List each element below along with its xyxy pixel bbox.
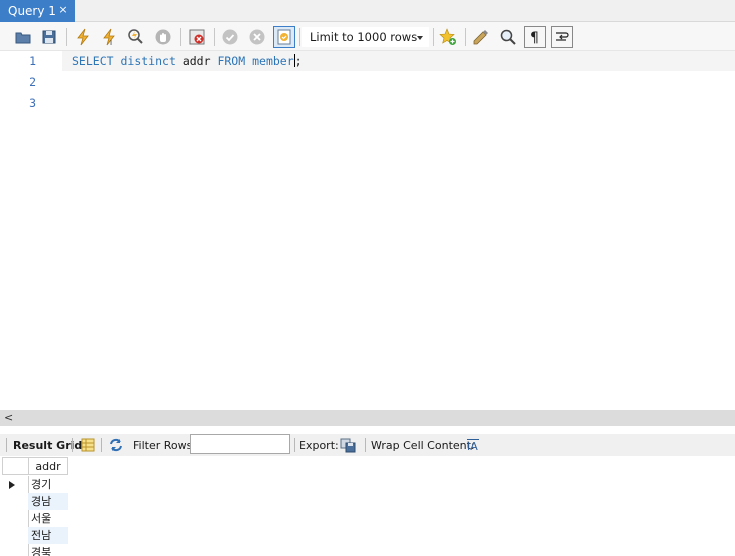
- table-cell[interactable]: 서울: [28, 510, 68, 527]
- toolbar-separator: [101, 438, 102, 452]
- add-snippet-icon[interactable]: [437, 26, 459, 48]
- sql-keyword: SELECT: [72, 54, 114, 68]
- execute-current-icon[interactable]: I: [98, 26, 120, 48]
- open-file-icon[interactable]: [12, 26, 34, 48]
- result-grid[interactable]: addr 경기 경남 서울 전남 경북: [0, 456, 735, 556]
- sql-terminator: ;: [294, 54, 302, 68]
- filter-rows-label: Filter Rows:: [133, 439, 197, 452]
- toolbar-separator: [299, 28, 300, 46]
- row-header[interactable]: [2, 493, 29, 510]
- close-icon[interactable]: ×: [57, 4, 69, 16]
- save-icon[interactable]: [38, 26, 60, 48]
- row-header[interactable]: [2, 510, 29, 527]
- toggle-error-icon[interactable]: [186, 26, 208, 48]
- sql-identifier: member: [252, 54, 294, 68]
- explain-icon[interactable]: [124, 26, 146, 48]
- row-header[interactable]: [2, 544, 29, 556]
- toolbar-separator: [294, 438, 295, 452]
- scroll-left-icon[interactable]: <: [4, 411, 13, 424]
- commit-icon[interactable]: [219, 26, 241, 48]
- grid-view-icon[interactable]: [80, 437, 96, 453]
- table-cell[interactable]: 전남: [28, 527, 68, 544]
- editor-toolbar: I Limit to 1000 rows ¶: [0, 22, 735, 51]
- line-number: 3: [29, 96, 36, 110]
- find-icon[interactable]: [497, 26, 519, 48]
- row-header[interactable]: [2, 476, 29, 493]
- editor-horizontal-scrollbar[interactable]: <: [0, 410, 735, 426]
- grid-corner: [2, 457, 29, 475]
- wrap-cell-icon[interactable]: IA: [465, 437, 481, 453]
- sql-keyword: FROM: [217, 54, 246, 68]
- line-number-gutter: 1 2 3: [0, 51, 62, 410]
- toolbar-separator: [214, 28, 215, 46]
- toolbar-separator: [433, 28, 434, 46]
- svg-text:IA: IA: [467, 440, 478, 453]
- chevron-down-icon: [417, 36, 423, 40]
- sql-identifier: addr: [182, 54, 211, 68]
- line-number: 1: [29, 54, 36, 68]
- export-label: Export:: [299, 439, 339, 452]
- sql-keyword: distinct: [120, 54, 176, 68]
- sql-editor[interactable]: 1 2 3 SELECT distinct addr FROM member;: [0, 51, 735, 410]
- tab-query-1[interactable]: Query 1 ×: [0, 0, 75, 22]
- svg-text:¶: ¶: [530, 30, 539, 46]
- row-header[interactable]: [2, 527, 29, 544]
- sql-code-line[interactable]: SELECT distinct addr FROM member;: [72, 54, 302, 68]
- toolbar-separator: [6, 438, 7, 452]
- toolbar-separator: [465, 28, 466, 46]
- tab-title: Query 1: [8, 4, 56, 18]
- autocommit-icon[interactable]: [273, 26, 295, 48]
- export-icon[interactable]: [340, 437, 356, 453]
- stop-icon[interactable]: [152, 26, 174, 48]
- toolbar-separator: [365, 438, 366, 452]
- result-toolbar: Result Grid Filter Rows: Export: Wrap Ce…: [0, 434, 735, 456]
- table-cell[interactable]: 경남: [28, 493, 68, 510]
- table-cell[interactable]: 경북: [28, 544, 68, 556]
- column-header-addr[interactable]: addr: [28, 457, 68, 475]
- wrap-cell-label: Wrap Cell Content:: [371, 439, 475, 452]
- invisible-chars-icon[interactable]: ¶: [524, 26, 546, 48]
- filter-rows-input[interactable]: [190, 434, 290, 454]
- table-cell[interactable]: 경기: [28, 476, 68, 493]
- execute-icon[interactable]: [72, 26, 94, 48]
- wrap-icon[interactable]: [551, 26, 573, 48]
- refresh-icon[interactable]: [108, 437, 124, 453]
- current-row-icon: [9, 481, 15, 489]
- limit-rows-dropdown[interactable]: Limit to 1000 rows: [302, 27, 429, 47]
- svg-text:I: I: [110, 39, 112, 46]
- toolbar-separator: [180, 28, 181, 46]
- query-tab-strip: Query 1 ×: [0, 0, 735, 22]
- toolbar-separator: [66, 28, 67, 46]
- rollback-icon[interactable]: [246, 26, 268, 48]
- limit-rows-label: Limit to 1000 rows: [310, 30, 418, 44]
- beautify-icon[interactable]: [470, 26, 492, 48]
- toolbar-separator: [72, 438, 73, 452]
- line-number: 2: [29, 75, 36, 89]
